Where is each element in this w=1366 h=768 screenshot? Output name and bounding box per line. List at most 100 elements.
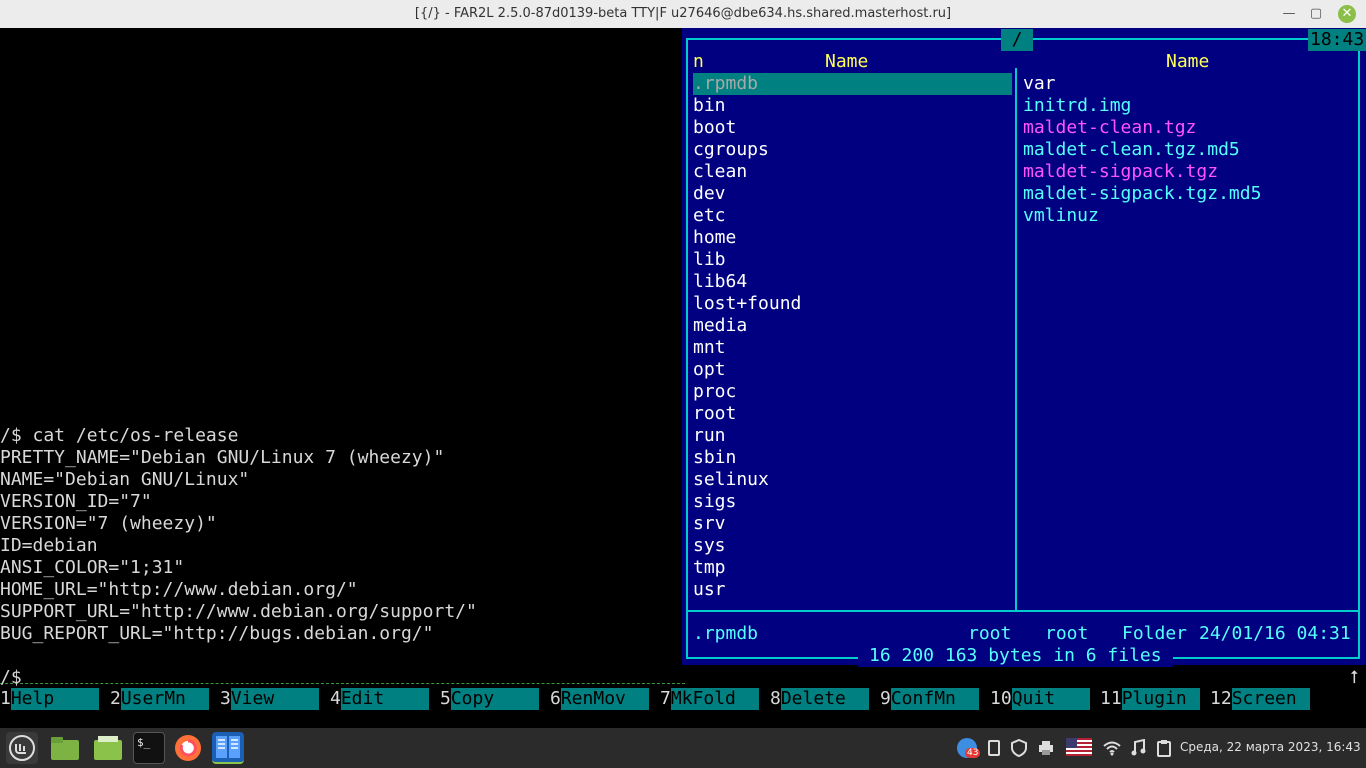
file-row[interactable]: maldet-clean.tgz [1023,117,1196,139]
fkey-number: 3 [220,688,231,709]
clipboard-icon[interactable] [988,740,1000,756]
fkey-number: 12 [1210,688,1232,709]
file-row[interactable]: cgroups [693,139,769,161]
fkey-number: 11 [1100,688,1122,709]
function-key-bar: 1Help 2UserMn 3View 4Edit 5Copy 6RenMov 7MkFol… [0,688,1366,710]
file-row[interactable]: srv [693,513,726,535]
file-row[interactable]: maldet-sigpack.tgz.md5 [1023,183,1261,205]
window-titlebar: [{/} - FAR2L 2.5.0-87d0139-beta TTY|F u2… [0,0,1366,28]
file-row[interactable]: usr [693,579,726,601]
fkey-number: 6 [550,688,561,709]
fkey-label: RenMov [560,688,649,710]
file-row[interactable]: home [693,227,736,249]
fkey-edit[interactable]: 4Edit [330,688,429,710]
right-column-header[interactable]: Name [1166,51,1209,73]
wifi-icon[interactable] [1103,740,1121,760]
terminal-line: ANSI_COLOR="1;31" [0,557,185,578]
file-row[interactable]: lib [693,249,726,271]
file-row[interactable]: bin [693,95,726,117]
file-row[interactable]: mnt [693,337,726,359]
fkey-confmn[interactable]: 9ConfMn [880,688,979,710]
file-row[interactable]: dev [693,183,726,205]
file-row[interactable]: proc [693,381,736,403]
terminal-divider [0,683,685,684]
command-prompt[interactable]: /$ [0,667,22,689]
sound-icon[interactable] [1130,738,1146,761]
fkey-screen[interactable]: 12Screen [1210,688,1310,710]
file-row[interactable]: tmp [693,557,726,579]
fkey-number: 8 [770,688,781,709]
terminal-line: PRETTY_NAME="Debian GNU/Linux 7 (wheezy)… [0,447,445,468]
file-row[interactable]: sys [693,535,726,557]
file-row[interactable]: opt [693,359,726,381]
minimize-button[interactable]: — [1279,4,1299,24]
fkey-number: 7 [660,688,671,709]
mint-menu-icon[interactable] [6,732,38,764]
fkey-label: Delete [780,688,869,710]
maximize-button[interactable]: ▢ [1306,4,1326,24]
file-row-selected[interactable]: .rpmdb [693,73,1012,95]
file-row[interactable]: clean [693,161,747,183]
file-row[interactable]: root [693,403,736,425]
file-row[interactable]: etc [693,205,726,227]
fkey-delete[interactable]: 8Delete [770,688,869,710]
fkey-number: 9 [880,688,891,709]
fkey-usermn[interactable]: 2UserMn [110,688,209,710]
terminal-icon[interactable]: $_ [133,732,165,764]
left-column-header[interactable]: Name [825,51,868,73]
fkey-label: View [230,688,319,710]
file-row[interactable]: initrd.img [1023,95,1131,117]
fkey-copy[interactable]: 5Copy [440,688,539,710]
sort-indicator[interactable]: n [693,51,704,73]
panel-path[interactable]: / [1001,29,1033,51]
firefox-icon[interactable] [172,732,204,764]
file-row[interactable]: lost+found [693,293,801,315]
window-title: [{/} - FAR2L 2.5.0-87d0139-beta TTY|F u2… [414,6,952,21]
terminal-line: VERSION_ID="7" [0,491,152,512]
fkey-label: Edit [340,688,429,710]
status-divider [686,610,1360,612]
fkey-number: 4 [330,688,341,709]
fkey-quit[interactable]: 10Quit [990,688,1090,710]
file-row[interactable]: lib64 [693,271,747,293]
update-manager-icon[interactable]: 43 [957,738,981,758]
printer-icon[interactable] [1038,740,1054,760]
files-icon[interactable] [92,732,124,764]
shield-icon[interactable] [1011,738,1027,761]
fkey-renmov[interactable]: 6RenMov [550,688,649,710]
terminal-line: SUPPORT_URL="http://www.debian.org/suppo… [0,601,477,622]
file-row[interactable]: maldet-sigpack.tgz [1023,161,1218,183]
fkey-label: ConfMn [890,688,979,710]
terminal-line: HOME_URL="http://www.debian.org/" [0,579,358,600]
status-group: root [1045,623,1089,644]
fkey-label: Help [10,688,99,710]
fkey-help[interactable]: 1Help [0,688,99,710]
far2l-icon[interactable] [212,732,244,764]
file-row[interactable]: selinux [693,469,769,491]
file-row[interactable]: media [693,315,747,337]
scroll-up-icon[interactable]: ⭡ [1350,667,1358,689]
file-row[interactable]: vmlinuz [1023,205,1099,227]
file-row[interactable]: sbin [693,447,736,469]
file-panel[interactable]: / 18:43 n Name Name .rpmdb bin boot cgroups… [682,28,1366,667]
clipboard-manager-icon[interactable] [1156,739,1172,761]
keyboard-layout-flag-icon[interactable] [1066,738,1092,756]
close-button[interactable]: ✕ [1338,5,1356,23]
fkey-number: 2 [110,688,121,709]
fkey-view[interactable]: 3View [220,688,319,710]
fkey-plugin[interactable]: 11Plugin [1100,688,1200,710]
terminal-line: VERSION="7 (wheezy)" [0,513,217,534]
fkey-number: 10 [990,688,1012,709]
file-row[interactable]: var [1023,73,1056,95]
file-row[interactable]: maldet-clean.tgz.md5 [1023,139,1240,161]
file-row[interactable]: boot [693,117,736,139]
terminal-line: ID=debian [0,535,98,556]
fkey-label: UserMn [120,688,209,710]
fkey-mkfold[interactable]: 7MkFold [660,688,759,710]
file-row[interactable]: sigs [693,491,736,513]
clock-datetime[interactable]: Среда, 22 марта 2023, 16:43 [1180,740,1361,754]
file-row[interactable]: run [693,425,726,447]
taskbar: $_ 43 Среда, 22 марта 2023, 16:43 [0,728,1366,768]
status-owner: root [968,623,1012,644]
folder-icon[interactable] [49,732,81,764]
